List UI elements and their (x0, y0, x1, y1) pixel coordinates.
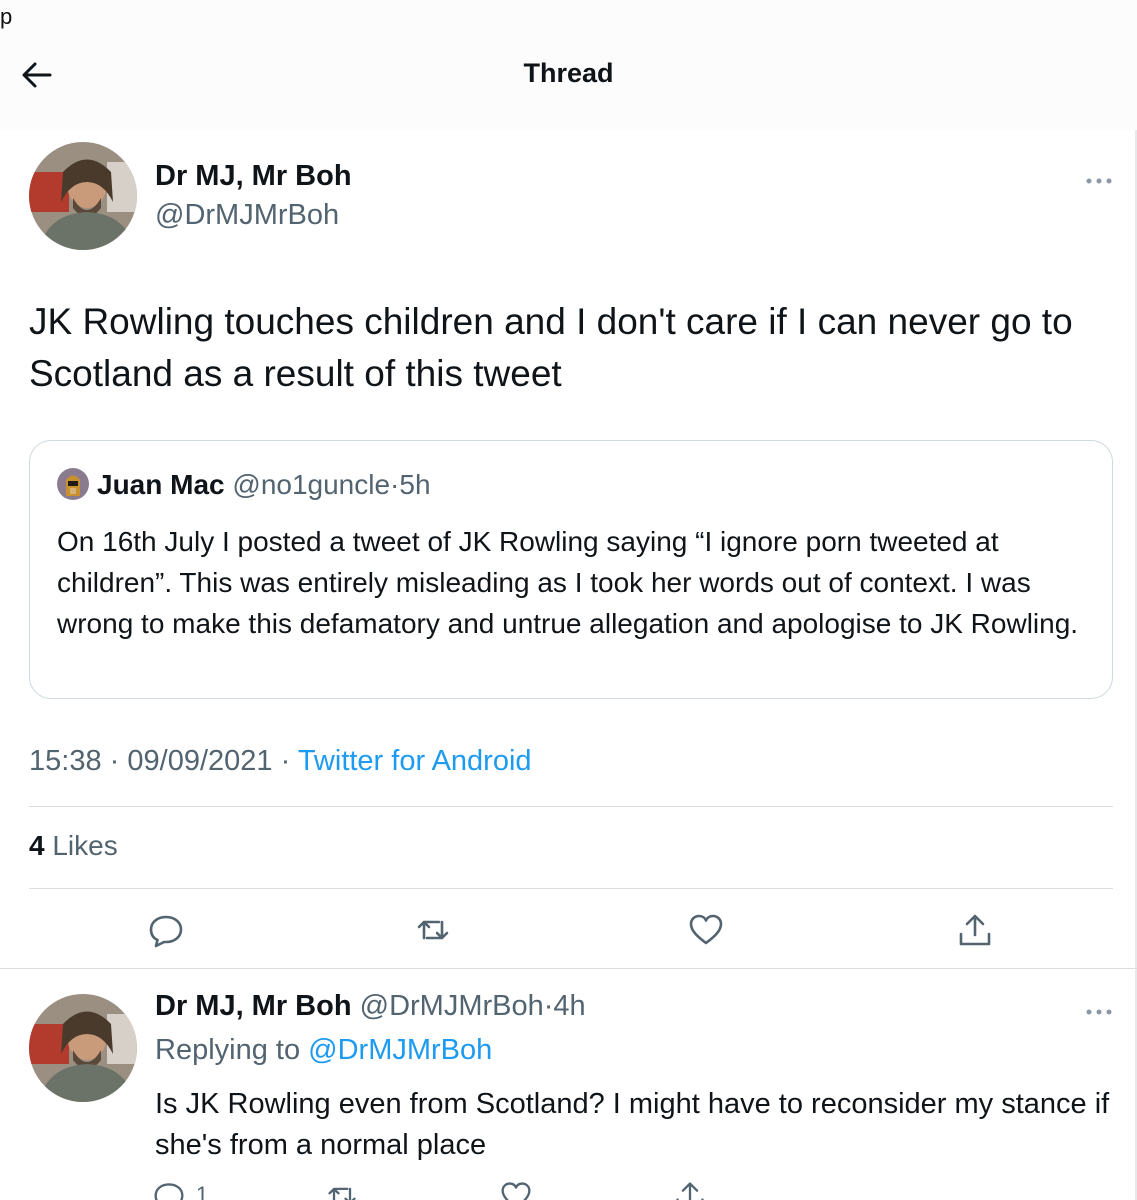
author-name[interactable]: Dr MJ, Mr Boh (155, 160, 352, 193)
meta-separator: · (280, 745, 291, 777)
page-title: Thread (523, 58, 614, 88)
heart-icon (689, 914, 723, 945)
avatar[interactable] (29, 142, 137, 250)
divider (0, 968, 1137, 969)
heart-icon (501, 1182, 531, 1200)
likes-count-link[interactable]: 4 Likes (29, 830, 118, 862)
tweet-source-link[interactable]: Twitter for Android (298, 745, 532, 777)
tweet-date: 09/09/2021 (127, 745, 273, 777)
speech-bubble-icon (149, 915, 183, 948)
share-upload-icon (959, 914, 991, 946)
like-button[interactable] (688, 912, 724, 948)
speech-bubble-icon (154, 1183, 184, 1200)
avatar-photo (29, 142, 137, 250)
tweet-text: JK Rowling touches children and I don't … (29, 301, 1073, 394)
reply-author-name[interactable]: Dr MJ, Mr Boh (155, 990, 352, 1022)
reply-like-button[interactable] (500, 1180, 532, 1200)
quote-avatar-image (57, 468, 89, 500)
quote-author-handle: @no1guncle (232, 469, 391, 500)
likes-label: Likes (52, 830, 118, 861)
reply-header: Dr MJ, Mr Boh @DrMJMrBoh·4h (155, 990, 586, 1023)
quote-text: On 16th July I posted a tweet of JK Rowl… (57, 526, 1079, 639)
likes-count: 4 (29, 830, 45, 861)
divider (29, 806, 1113, 807)
top-bar: p Thread (0, 0, 1137, 130)
quote-avatar (57, 468, 89, 500)
meta-separator: · (109, 745, 120, 777)
tweet-meta: 15:38 · 09/09/2021 · Twitter for Android (29, 745, 532, 778)
quote-time: 5h (399, 469, 431, 500)
reply-button[interactable] (148, 912, 184, 948)
more-horizontal-icon (1086, 178, 1112, 184)
share-button[interactable] (957, 912, 993, 948)
reply-share-button[interactable] (674, 1180, 706, 1200)
replying-handle-link[interactable]: @DrMJMrBoh (308, 1034, 492, 1066)
corner-glyph: p (0, 4, 13, 29)
replying-to: Replying to @DrMJMrBoh (155, 1034, 492, 1067)
reply-tweet-text: Is JK Rowling even from Scotland? I migh… (155, 1088, 1110, 1161)
reply-time[interactable]: 4h (553, 990, 585, 1022)
retweet-icon (417, 920, 449, 940)
reply-retweet-button[interactable] (326, 1180, 358, 1200)
author-handle[interactable]: @DrMJMrBoh (155, 199, 339, 232)
quote-separator: · (390, 469, 400, 500)
replying-prefix: Replying to (155, 1034, 301, 1066)
reply-avatar[interactable] (29, 994, 137, 1102)
tweet-time: 15:38 (29, 745, 102, 777)
reply-reply-button[interactable] (153, 1180, 185, 1200)
quoted-tweet[interactable]: Juan Mac @no1guncle·5h On 16th July I po… (29, 440, 1113, 699)
quote-author-name: Juan Mac (97, 469, 225, 500)
more-options-button[interactable] (1084, 173, 1114, 184)
reply-author-handle[interactable]: @DrMJMrBoh (360, 990, 544, 1022)
divider (29, 888, 1113, 889)
retweet-icon (328, 1187, 356, 1200)
avatar-photo (29, 994, 137, 1102)
more-horizontal-icon (1086, 1009, 1112, 1015)
reply-more-options-button[interactable] (1084, 1004, 1114, 1015)
share-upload-icon (676, 1182, 704, 1200)
reply-count: 1 (196, 1182, 209, 1200)
quote-header: Juan Mac @no1guncle·5h (97, 469, 431, 501)
reply-separator: · (543, 990, 554, 1022)
retweet-button[interactable] (415, 912, 451, 948)
thread-screen: p Thread Dr MJ, Mr Boh @DrMJMrBoh JK Row… (0, 0, 1137, 1200)
